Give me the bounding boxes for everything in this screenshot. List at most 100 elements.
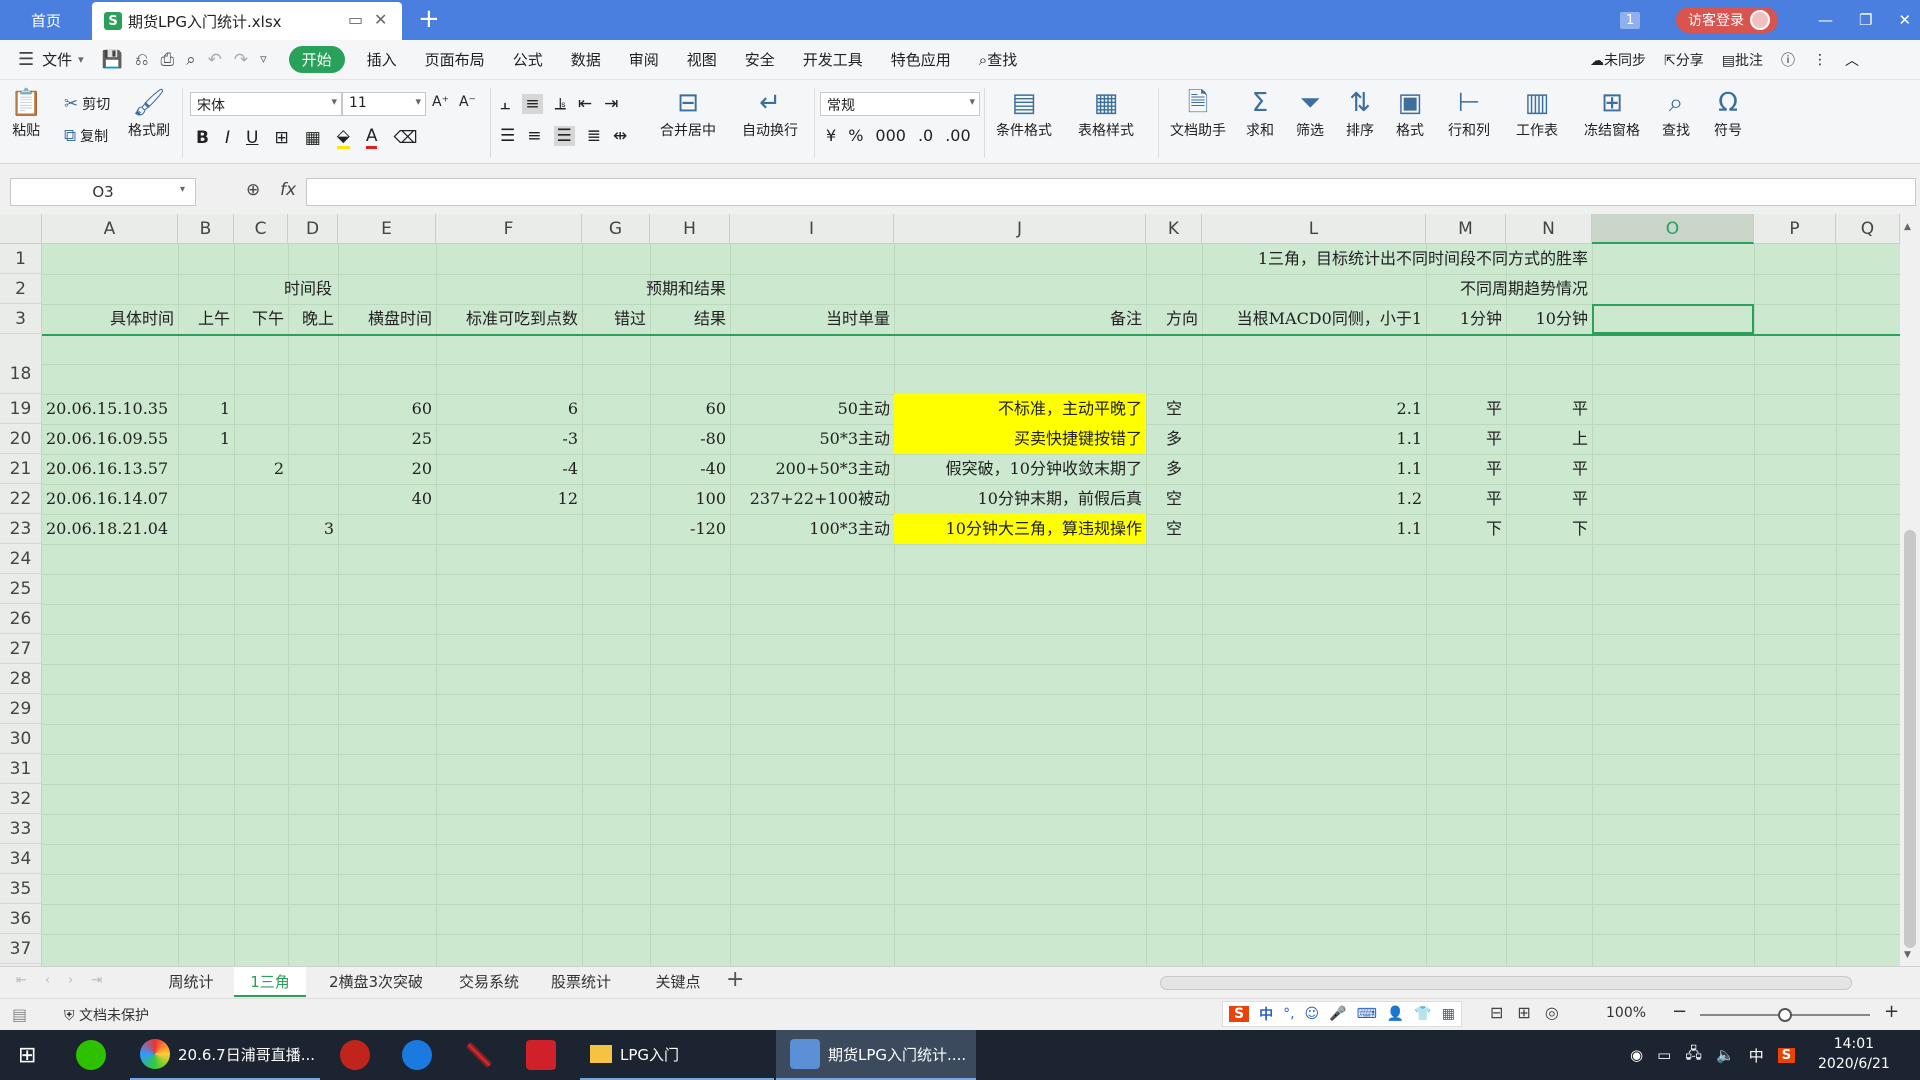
scroll-down-icon[interactable]: ▼ bbox=[1904, 950, 1911, 960]
row-header-34[interactable]: 34 bbox=[0, 844, 42, 874]
menu-insert[interactable]: 插入 bbox=[367, 49, 397, 70]
table-cell[interactable]: 多 bbox=[1146, 424, 1202, 454]
sheet-nav-icon[interactable]: ▤ bbox=[12, 1005, 27, 1024]
table-cell[interactable]: 40 bbox=[338, 484, 436, 514]
row-header-20[interactable]: 20 bbox=[0, 424, 42, 454]
sogou-tray-icon[interactable]: S bbox=[1777, 1047, 1796, 1063]
header-cell[interactable]: 具体时间 bbox=[42, 304, 178, 334]
battery-icon[interactable]: ▭ bbox=[1657, 1046, 1671, 1064]
col-header-f[interactable]: F bbox=[436, 214, 582, 244]
sync-status[interactable]: ☁未同步 bbox=[1590, 50, 1646, 70]
table-cell[interactable]: 100*3主动 bbox=[730, 514, 894, 544]
prev-sheet-icon[interactable]: ‹ bbox=[45, 973, 50, 988]
table-cell[interactable]: 1.1 bbox=[1202, 454, 1426, 484]
conditional-format-button[interactable]: ▤ 条件格式 bbox=[996, 86, 1052, 140]
undo-icon[interactable]: ↶ bbox=[208, 50, 222, 70]
symbol-button[interactable]: Ω 符号 bbox=[1714, 86, 1742, 140]
tray-app-icon[interactable]: ◉ bbox=[1630, 1046, 1643, 1064]
close-window-icon[interactable]: ✕ bbox=[1898, 11, 1911, 29]
sum-button[interactable]: Σ 求和 bbox=[1246, 86, 1274, 140]
align-middle-icon[interactable]: ≡ bbox=[522, 94, 543, 114]
table-cell[interactable]: 3 bbox=[288, 514, 338, 544]
col-header-l[interactable]: L bbox=[1202, 214, 1426, 244]
more-icon[interactable]: ⋮ bbox=[1813, 52, 1827, 68]
percent-icon[interactable]: % bbox=[848, 126, 863, 145]
table-cell[interactable]: -40 bbox=[650, 454, 730, 484]
wrap-text-button[interactable]: ↵ 自动换行 bbox=[742, 86, 798, 140]
sheet-tab[interactable]: 周统计 bbox=[148, 967, 234, 997]
row-header-36[interactable]: 36 bbox=[0, 904, 42, 934]
font-name-select[interactable]: 宋体 bbox=[190, 92, 342, 116]
col-header-m[interactable]: M bbox=[1426, 214, 1506, 244]
table-cell[interactable]: 20.06.18.21.04 bbox=[42, 514, 178, 544]
spreadsheet-grid[interactable]: A B C D E F G H I J K L M N O P Q 1 2 3 … bbox=[0, 214, 1920, 966]
header-cell[interactable]: 晚上 bbox=[288, 304, 338, 334]
col-header-h[interactable]: H bbox=[650, 214, 730, 244]
taskbar-wps[interactable]: 期货LPG入门统计.... bbox=[776, 1030, 976, 1080]
header-cell[interactable]: 1分钟 bbox=[1426, 304, 1506, 334]
italic-icon[interactable]: I bbox=[225, 128, 230, 148]
col-header-o[interactable]: O bbox=[1592, 214, 1754, 244]
table-cell[interactable]: 12 bbox=[436, 484, 582, 514]
window-count-badge[interactable]: 1 bbox=[1620, 0, 1641, 40]
microphone-icon[interactable]: 🎤 bbox=[1329, 1006, 1346, 1022]
table-cell[interactable]: -3 bbox=[436, 424, 582, 454]
col-header-b[interactable]: B bbox=[178, 214, 234, 244]
menu-security[interactable]: 安全 bbox=[745, 49, 775, 70]
sheet-tab[interactable]: 关键点 bbox=[630, 967, 726, 997]
header-cell[interactable]: 10分钟 bbox=[1506, 304, 1592, 334]
align-left-icon[interactable]: ☰ bbox=[500, 126, 515, 146]
taskbar-app-4[interactable] bbox=[464, 1030, 494, 1080]
underline-icon[interactable]: U bbox=[246, 128, 258, 148]
sheet-tab[interactable]: 交易系统 bbox=[446, 967, 532, 997]
zoom-out-icon[interactable]: − bbox=[1672, 1001, 1687, 1022]
formula-input[interactable] bbox=[306, 178, 1916, 206]
table-cell[interactable]: -120 bbox=[650, 514, 730, 544]
row-header-28[interactable]: 28 bbox=[0, 664, 42, 694]
zoom-slider-thumb[interactable] bbox=[1778, 1008, 1792, 1022]
table-cell[interactable]: 平 bbox=[1426, 424, 1506, 454]
redo-icon[interactable]: ↷ bbox=[234, 50, 248, 70]
menu-view[interactable]: 视图 bbox=[687, 49, 717, 70]
row-header-35[interactable]: 35 bbox=[0, 874, 42, 904]
taskbar-app-5[interactable] bbox=[526, 1030, 556, 1080]
chevron-down-icon[interactable]: ▾ bbox=[78, 53, 84, 66]
login-area[interactable]: 访客登录 bbox=[1676, 0, 1778, 40]
increase-font-icon[interactable]: A⁺ bbox=[432, 94, 449, 110]
row-header-24[interactable]: 24 bbox=[0, 544, 42, 574]
table-cell[interactable]: 60 bbox=[338, 394, 436, 424]
minimize-icon[interactable]: — bbox=[1818, 11, 1833, 29]
trend-header[interactable]: 不同周期趋势情况 bbox=[1426, 274, 1592, 304]
clear-format-icon[interactable]: ⌫ bbox=[393, 128, 417, 148]
first-sheet-icon[interactable]: ⇤ bbox=[16, 973, 27, 988]
table-cell[interactable]: 50主动 bbox=[730, 394, 894, 424]
align-right-icon[interactable]: ☰ bbox=[553, 126, 575, 146]
row-header-25[interactable]: 25 bbox=[0, 574, 42, 604]
keyboard-icon[interactable]: ⌨ bbox=[1357, 1006, 1377, 1022]
table-cell[interactable]: 空 bbox=[1146, 394, 1202, 424]
reading-mode-icon[interactable]: ◎ bbox=[1545, 1003, 1559, 1022]
cut-button[interactable]: ✂ 剪切 bbox=[64, 94, 110, 114]
comment-button[interactable]: ▤批注 bbox=[1722, 50, 1763, 70]
scroll-up-icon[interactable]: ▲ bbox=[1904, 222, 1911, 232]
tray-ime[interactable]: 中 bbox=[1749, 1045, 1764, 1066]
table-cell[interactable]: -80 bbox=[650, 424, 730, 454]
header-cell[interactable]: 当时单量 bbox=[730, 304, 894, 334]
header-cell[interactable]: 错过 bbox=[582, 304, 650, 334]
table-cell[interactable]: 1.2 bbox=[1202, 484, 1426, 514]
ime-mode[interactable]: 中 bbox=[1259, 1004, 1273, 1024]
sheet-tab[interactable]: 股票统计 bbox=[532, 967, 630, 997]
font-color-icon[interactable]: A bbox=[365, 126, 378, 149]
table-cell[interactable]: 20 bbox=[338, 454, 436, 484]
table-cell[interactable]: 平 bbox=[1426, 394, 1506, 424]
close-tab-icon[interactable]: ✕ bbox=[374, 10, 387, 29]
tab-home[interactable]: 首页 bbox=[0, 0, 92, 40]
last-sheet-icon[interactable]: ⇥ bbox=[91, 973, 102, 988]
table-cell-highlighted[interactable]: 买卖快捷键按错了 bbox=[894, 424, 1146, 454]
table-cell[interactable]: 下 bbox=[1506, 514, 1592, 544]
table-cell[interactable]: 100 bbox=[650, 484, 730, 514]
col-header-e[interactable]: E bbox=[338, 214, 436, 244]
row-header-18[interactable]: 18 bbox=[0, 334, 42, 394]
header-cell[interactable]: 备注 bbox=[894, 304, 1146, 334]
zoom-in-icon[interactable]: + bbox=[1884, 1001, 1899, 1022]
